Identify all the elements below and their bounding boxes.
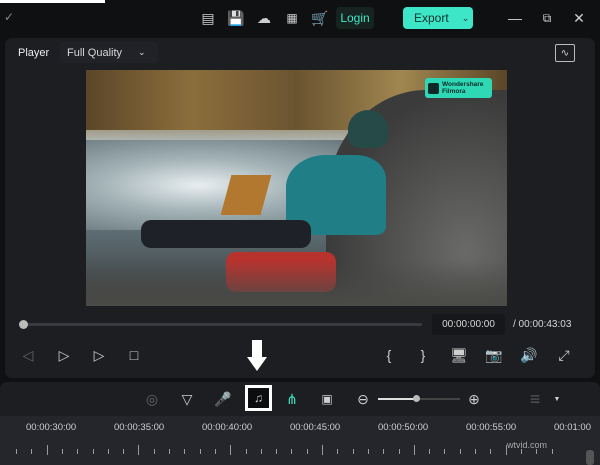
ruler-tick: [352, 449, 354, 454]
current-time[interactable]: 00:00:00:00: [432, 314, 505, 335]
ruler-tick: [398, 449, 400, 454]
ruler-tick: [306, 449, 308, 454]
ruler-tick: [367, 449, 369, 454]
ruler-tick: [92, 449, 94, 454]
ruler-tick: [199, 449, 201, 454]
mark-out-icon[interactable]: }: [414, 346, 432, 364]
dropdown-icon[interactable]: ▼: [552, 392, 562, 406]
minimize-icon[interactable]: —: [505, 8, 525, 28]
audio-text-icon[interactable]: ♫: [245, 385, 272, 411]
display-settings-icon[interactable]: 🖥: [450, 346, 468, 364]
zoom-slider-fill: [378, 398, 416, 400]
ruler-tick: [153, 449, 155, 454]
ruler-label: 00:01:00: [554, 422, 591, 433]
ruler-tick: [490, 449, 492, 454]
snapshot-icon[interactable]: 📷: [485, 346, 503, 364]
track-height-icon[interactable]: ≡: [528, 387, 542, 411]
scrubber-handle[interactable]: [19, 320, 28, 329]
ai-split-icon[interactable]: ⋔: [283, 390, 301, 408]
badge-brand: Wondershare: [442, 81, 484, 88]
ruler-tick: [444, 449, 446, 454]
pointer-arrow-shaft: [252, 340, 262, 358]
ruler-tick: [107, 449, 109, 454]
export-button[interactable]: Export ⌄: [403, 7, 473, 29]
player-label: Player: [18, 47, 50, 59]
badge-product: Filmora: [442, 88, 466, 95]
ruler-tick: [413, 445, 415, 455]
ruler-tick: [184, 449, 186, 454]
ruler-tick: [31, 449, 33, 454]
quality-select[interactable]: Full Quality ⌄: [60, 42, 158, 63]
chevron-down-icon: ⌄: [461, 12, 470, 23]
quality-value: Full Quality: [67, 46, 123, 59]
ruler-tick: [429, 449, 431, 454]
mark-in-icon[interactable]: {: [380, 346, 398, 364]
restore-icon[interactable]: ⧉: [537, 8, 557, 28]
fullscreen-icon[interactable]: ⤢: [555, 346, 573, 364]
ruler-tick: [77, 449, 79, 454]
close-icon[interactable]: ✕: [569, 8, 589, 28]
zoom-out-icon[interactable]: ⊖: [354, 390, 372, 408]
timeline-scrollbar[interactable]: [586, 450, 594, 465]
stop-icon[interactable]: □: [125, 346, 143, 364]
selection-strip: [0, 0, 105, 3]
login-button[interactable]: Login: [336, 7, 374, 29]
person-beanie: [348, 110, 388, 148]
ruler-tick: [337, 449, 339, 454]
ruler-tick: [551, 449, 553, 454]
chevron-down-icon: ⌄: [138, 47, 146, 57]
filmora-badge: Wondershare Filmora: [425, 78, 492, 98]
ruler-label: 00:00:30:00: [26, 422, 77, 433]
next-frame-icon[interactable]: ▷: [55, 346, 73, 364]
pointer-arrow-head: [247, 357, 267, 371]
ruler-tick: [245, 449, 247, 454]
ruler-tick: [459, 449, 461, 454]
ruler-tick: [291, 449, 293, 454]
ruler-label: 00:00:45:00: [290, 422, 341, 433]
total-time: / 00:00:43:03: [513, 319, 572, 330]
auto-reframe-icon[interactable]: ◎: [143, 390, 161, 408]
cloud-upload-icon[interactable]: ☁: [254, 8, 274, 28]
previous-frame-icon[interactable]: ◁: [19, 346, 37, 364]
ruler-label: 00:00:35:00: [114, 422, 165, 433]
marker-icon[interactable]: ▽: [178, 390, 196, 408]
export-label: Export: [414, 11, 449, 25]
ruler-tick: [276, 449, 278, 454]
ruler-tick: [46, 445, 48, 455]
ruler-tick: [61, 449, 63, 454]
title-bar: ✓ ▤ 💾 ☁ ▦ 🛒 Login Export ⌄ — ⧉ ✕: [0, 0, 600, 36]
qr-grid-icon[interactable]: ▦: [282, 8, 302, 28]
save-icon[interactable]: 💾: [226, 8, 246, 28]
ruler-tick: [322, 445, 323, 455]
person-legs: [141, 220, 311, 248]
cart-icon[interactable]: 🛒: [310, 8, 330, 28]
ruler-tick: [123, 449, 125, 454]
ruler-tick: [230, 445, 232, 455]
zoom-slider-handle[interactable]: [413, 395, 420, 402]
fit-timeline-icon[interactable]: ▣: [318, 390, 336, 408]
playback-scrubber[interactable]: [24, 323, 422, 326]
volume-icon[interactable]: 🔊: [520, 346, 538, 364]
ruler-tick: [16, 449, 17, 454]
ruler-tick: [475, 449, 476, 454]
filmora-logo-icon: [428, 82, 439, 94]
status-check-icon: ✓: [3, 10, 15, 24]
watermark: wtvid.com: [507, 440, 548, 450]
video-preview: Wondershare Filmora: [86, 70, 507, 306]
ruler-tick: [169, 449, 170, 454]
rock-foreground: [86, 260, 507, 306]
ruler-tick: [214, 449, 216, 454]
ruler-tick: [138, 445, 140, 455]
microphone-icon[interactable]: 🎤: [214, 390, 232, 408]
zoom-in-icon[interactable]: ⊕: [465, 390, 483, 408]
ruler-tick: [383, 449, 385, 454]
ruler-label: 00:00:40:00: [202, 422, 253, 433]
ruler-label: 00:00:50:00: [378, 422, 429, 433]
ruler-label: 00:00:55:00: [466, 422, 517, 433]
layout-icon[interactable]: ▤: [198, 8, 218, 28]
waveform-monitor-icon[interactable]: ∿: [555, 44, 575, 62]
ruler-tick: [260, 449, 262, 454]
play-icon[interactable]: ▷: [90, 346, 108, 364]
